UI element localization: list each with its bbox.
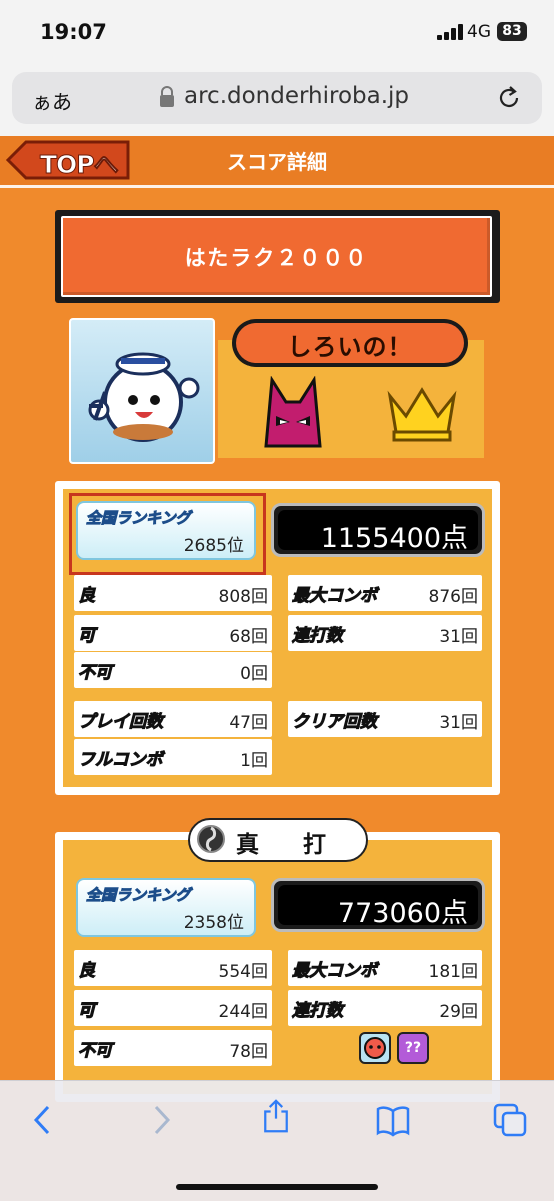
stat-max-combo: 最大コンボ 876回: [288, 575, 482, 611]
forward-icon[interactable]: [144, 1103, 178, 1137]
stat-clear-count: クリア回数 31回: [288, 701, 482, 737]
oni-score-panel: 全国ランキング 2685位 1155400点 良 808回 最大コンボ 876回…: [55, 481, 500, 795]
song-title: はたラク２０００: [184, 246, 369, 270]
stat-label: 可: [77, 1000, 95, 1021]
browser-address-area: ぁあ arc.donderhiroba.jp: [0, 64, 554, 136]
battery-indicator: 83: [497, 22, 527, 41]
stat-fuka: 不可 78回: [74, 1030, 272, 1066]
stat-label: 最大コンボ: [292, 961, 378, 982]
ura-score-panel: 全国ランキング 2358位 773060点 良 554回 最大コンボ 181回 …: [55, 832, 500, 1102]
stat-ryo: 良 554回: [74, 950, 272, 986]
back-icon[interactable]: [26, 1103, 60, 1137]
difficulty-label: 真 打: [236, 832, 345, 858]
stat-value: 808回: [218, 587, 268, 607]
stat-drumroll: 連打数 29回: [288, 990, 482, 1026]
share-icon[interactable]: [259, 1099, 293, 1133]
stat-drumroll: 連打数 31回: [288, 615, 482, 651]
stat-ka: 可 244回: [74, 990, 272, 1026]
page-title: スコア詳細: [227, 150, 327, 174]
stat-value: 68回: [229, 627, 268, 647]
header-divider: [0, 185, 554, 188]
reload-icon[interactable]: [496, 84, 522, 112]
don-chan-sailor-icon: [88, 352, 200, 442]
ura-score-panel-inner: 全国ランキング 2358位 773060点 良 554回 最大コンボ 181回 …: [63, 840, 492, 1094]
stat-value: 0回: [240, 664, 268, 684]
stat-play-count: プレイ回数 47回: [74, 701, 272, 737]
lock-icon: [160, 86, 174, 107]
ura-difficulty-badge: 真 打: [188, 818, 368, 862]
stat-label: 可: [77, 625, 95, 646]
nameplate-inner: しろいの！: [236, 323, 464, 363]
address-bar[interactable]: ぁあ arc.donderhiroba.jp: [12, 72, 542, 124]
page-header: TOPへ スコア詳細: [0, 136, 554, 188]
stat-value: 181回: [428, 962, 478, 982]
stat-value: 31回: [439, 713, 478, 733]
rank-label: 全国ランキング: [86, 886, 192, 905]
oni-score-panel-inner: 全国ランキング 2685位 1155400点 良 808回 最大コンボ 876回…: [63, 489, 492, 787]
stat-label: 連打数: [292, 1001, 344, 1022]
status-bar: 19:07 4G 83: [0, 0, 554, 64]
url-text[interactable]: arc.donderhiroba.jp: [184, 83, 409, 109]
stat-ryo: 良 808回: [74, 575, 272, 611]
player-name: しろいの！: [287, 333, 413, 361]
ura-national-ranking[interactable]: 全国ランキング 2358位: [76, 878, 256, 937]
stat-label: 良: [78, 586, 96, 607]
bookmarks-icon[interactable]: [376, 1103, 410, 1137]
stat-label: クリア回数: [292, 712, 378, 733]
reader-aa-button[interactable]: ぁあ: [32, 86, 72, 115]
stat-value: 244回: [218, 1002, 268, 1022]
ura-drum-icon: [197, 825, 225, 853]
browser-toolbar: [0, 1080, 554, 1201]
ura-score-value: 773060点: [337, 898, 468, 929]
stat-fuka: 不可 0回: [74, 652, 272, 688]
don-face-icon: [359, 1032, 391, 1064]
oni-icon: [264, 376, 322, 448]
stat-value: 47回: [229, 713, 268, 733]
avatar: [69, 318, 215, 464]
stat-label: 不可: [78, 1041, 113, 1062]
stat-value: 29回: [439, 1002, 478, 1022]
stat-value: 31回: [439, 627, 478, 647]
stat-label: 最大コンボ: [292, 586, 378, 607]
unknown-crown-icon: ??: [397, 1032, 429, 1064]
song-title-inner: はたラク２０００: [61, 216, 492, 297]
stat-label: プレイ回数: [78, 712, 164, 733]
oni-score-box: 1155400点: [271, 503, 485, 557]
ura-score-box: 773060点: [271, 878, 485, 932]
stat-value: 554回: [218, 962, 268, 982]
signal-icon: [437, 24, 463, 40]
tabs-icon[interactable]: [493, 1103, 527, 1137]
stat-full-combo: フルコンボ 1回: [74, 739, 272, 775]
home-indicator: [176, 1184, 378, 1190]
oni-score-inner: 1155400点: [278, 510, 478, 554]
stat-label: 良: [78, 961, 96, 982]
stat-max-combo: 最大コンボ 181回: [288, 950, 482, 986]
stat-label: フルコンボ: [78, 750, 164, 771]
song-title-box: はたラク２０００: [55, 210, 500, 303]
status-time: 19:07: [40, 20, 107, 44]
stat-label: 連打数: [292, 626, 344, 647]
stat-value: 78回: [229, 1042, 268, 1062]
rank-value: 2358位: [183, 913, 244, 933]
stat-value: 876回: [428, 587, 478, 607]
ura-score-inner: 773060点: [278, 885, 478, 929]
nameplate: しろいの！: [232, 319, 468, 367]
crown-icon: [387, 387, 457, 442]
stat-value: 1回: [240, 751, 268, 771]
stat-label: 不可: [78, 663, 113, 684]
ranking-highlight-box: [69, 493, 266, 575]
oni-score-value: 1155400点: [320, 523, 468, 554]
network-type: 4G: [467, 22, 491, 42]
don-face-glyph: [364, 1037, 386, 1059]
stat-ka: 可 68回: [74, 615, 272, 651]
